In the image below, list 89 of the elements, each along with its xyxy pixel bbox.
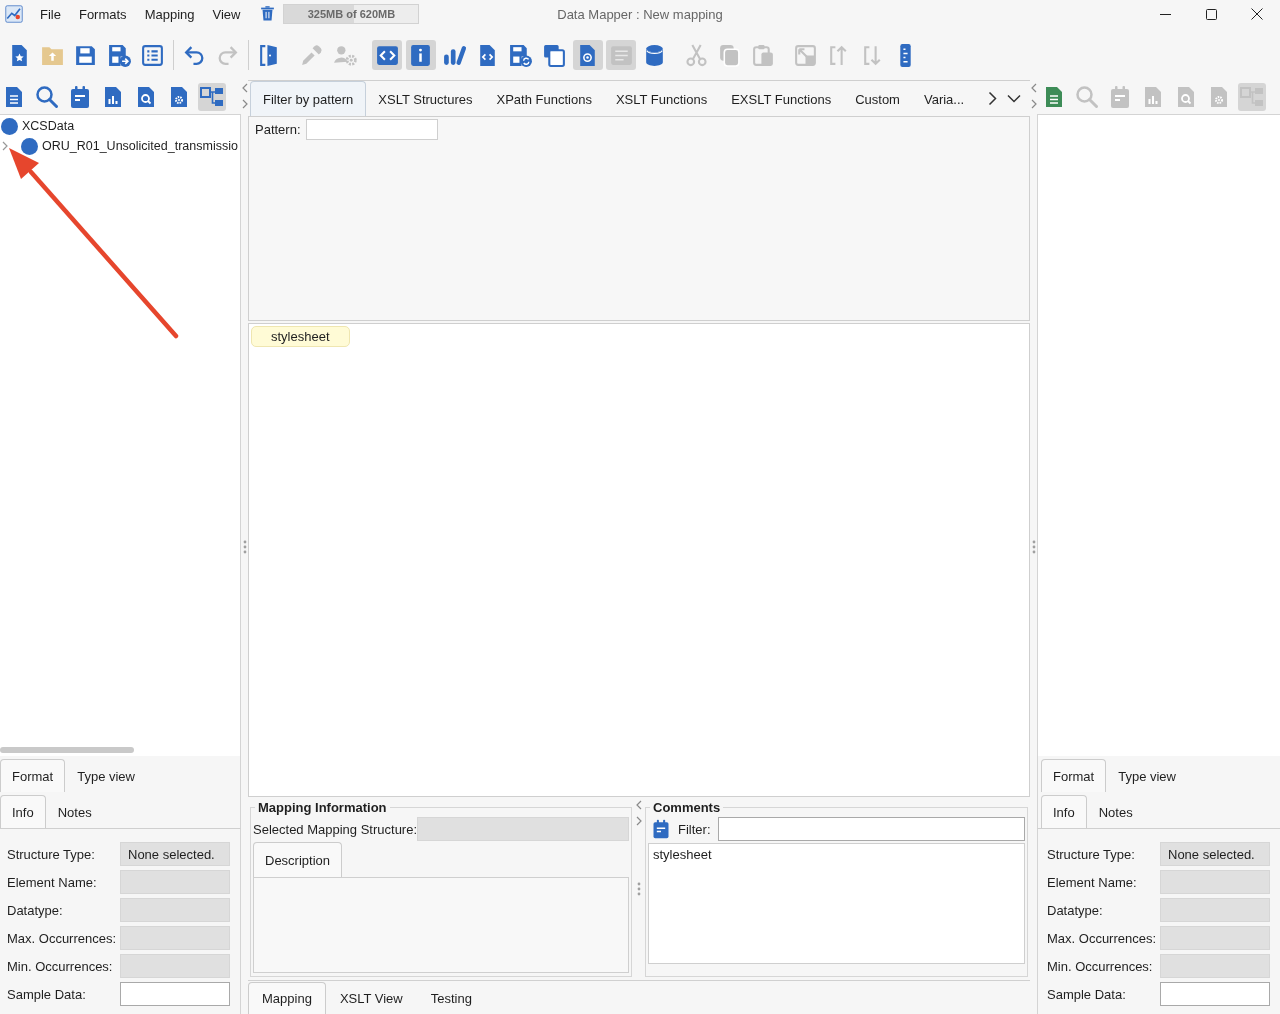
dot-icon <box>1 117 18 135</box>
field-label: Datatype: <box>7 902 64 918</box>
windows-icon <box>541 42 567 68</box>
canvas-node[interactable]: stylesheet <box>251 326 350 347</box>
close-icon <box>1251 8 1263 20</box>
tab[interactable]: Info <box>0 795 46 828</box>
tab[interactable]: Varia... <box>911 81 977 116</box>
field-label: Sample Data: <box>7 986 87 1002</box>
chevron-right-icon[interactable] <box>988 91 997 106</box>
chevron-left-icon[interactable] <box>241 83 248 93</box>
field-label: Structure Type: <box>7 846 96 862</box>
cut-icon <box>683 42 709 68</box>
grip-icon[interactable] <box>636 881 641 896</box>
description-field[interactable] <box>253 877 629 973</box>
pattern-field[interactable] <box>305 119 438 140</box>
chevron-down-icon[interactable] <box>1007 94 1021 103</box>
tab[interactable]: Mapping <box>248 982 326 1014</box>
tab[interactable]: Custom <box>843 81 912 116</box>
field-label: Max. Occurrences: <box>1047 930 1158 946</box>
group-title: Mapping Information <box>257 800 388 815</box>
hierarchy-icon <box>1240 85 1264 109</box>
memory-reading: 325MB of 620MB <box>307 8 396 20</box>
menu-item[interactable]: Formats <box>69 2 136 26</box>
tab[interactable]: XSLT Structures <box>366 81 485 116</box>
field-label: Pattern: <box>255 122 301 137</box>
save-as-icon <box>106 42 132 68</box>
tab[interactable]: Info <box>1041 795 1087 828</box>
calendar-icon <box>1108 85 1132 109</box>
tab[interactable]: Notes <box>1086 795 1145 828</box>
tab[interactable]: Notes <box>45 795 104 828</box>
text-field[interactable] <box>417 817 629 841</box>
toolbar-button[interactable] <box>405 40 436 70</box>
menu-item[interactable]: View <box>203 2 250 26</box>
field-label: Min. Occurrences: <box>7 958 114 974</box>
field-label: Element Name: <box>1047 874 1138 890</box>
tab[interactable]: Type view <box>1106 759 1188 792</box>
dot-icon <box>21 137 38 155</box>
minimize-icon <box>1159 13 1171 15</box>
maximize-icon <box>1205 8 1217 20</box>
field-label: Min. Occurrences: <box>1047 958 1154 974</box>
trash-icon[interactable] <box>259 5 277 23</box>
grip-icon[interactable] <box>1031 540 1036 554</box>
tree-item[interactable]: XCSData <box>22 119 75 133</box>
tab[interactable]: Filter by pattern <box>250 81 367 116</box>
field-label: Filter: <box>678 821 711 837</box>
text-field[interactable] <box>1160 982 1270 1006</box>
save-sync-icon <box>508 42 534 68</box>
chevron-left-icon[interactable] <box>635 800 642 810</box>
tab[interactable]: EXSLT Functions <box>719 81 844 116</box>
text-field[interactable] <box>120 982 230 1006</box>
toolbar-button[interactable] <box>572 40 603 70</box>
toolbar-button[interactable] <box>372 40 403 70</box>
menu-item[interactable]: Mapping <box>135 2 204 26</box>
expand-icon <box>792 42 818 68</box>
menu-item[interactable]: File <box>31 2 70 26</box>
field-label: Sample Data: <box>1047 986 1127 1002</box>
filter-field[interactable] <box>717 817 1025 841</box>
window-title: Data Mapper : New mapping <box>557 6 723 22</box>
tab[interactable]: Testing <box>416 982 486 1014</box>
field-label: Datatype: <box>1047 902 1104 918</box>
tab[interactable]: XPath Functions <box>484 81 604 116</box>
calendar-icon <box>68 85 92 109</box>
pipette-icon <box>299 42 325 68</box>
tab[interactable]: Format <box>1041 759 1107 792</box>
tree-item[interactable]: ORU_R01_Unsolicited_transmissio <box>42 139 238 153</box>
search-icon <box>1075 85 1099 109</box>
field-label: Max. Occurrences: <box>7 930 118 946</box>
tab[interactable]: XSLT View <box>325 982 417 1014</box>
grip-icon[interactable] <box>242 540 247 554</box>
horizontal-scrollbar[interactable] <box>0 747 134 753</box>
copy-icon <box>717 42 743 68</box>
search-icon <box>35 85 59 109</box>
tab[interactable]: Description <box>253 842 343 877</box>
tab[interactable]: Type view <box>65 759 147 792</box>
toolbar-button[interactable] <box>33 83 61 111</box>
tab[interactable]: Format <box>0 759 66 792</box>
group-title: Comments <box>652 800 722 815</box>
calendar-icon <box>651 819 671 839</box>
field-label: Selected Mapping Structure: <box>253 821 418 837</box>
list-item[interactable]: stylesheet <box>653 847 1020 862</box>
field-label: Element Name: <box>7 874 98 890</box>
hierarchy-icon <box>200 85 224 109</box>
toolbar-button[interactable] <box>198 83 226 111</box>
paste-icon <box>750 42 776 68</box>
list-icon <box>140 42 166 68</box>
field-label: Structure Type: <box>1047 846 1136 862</box>
app-icon[interactable] <box>5 5 23 23</box>
tab[interactable]: XSLT Functions <box>603 81 720 116</box>
chevron-left-icon[interactable] <box>1030 83 1037 93</box>
